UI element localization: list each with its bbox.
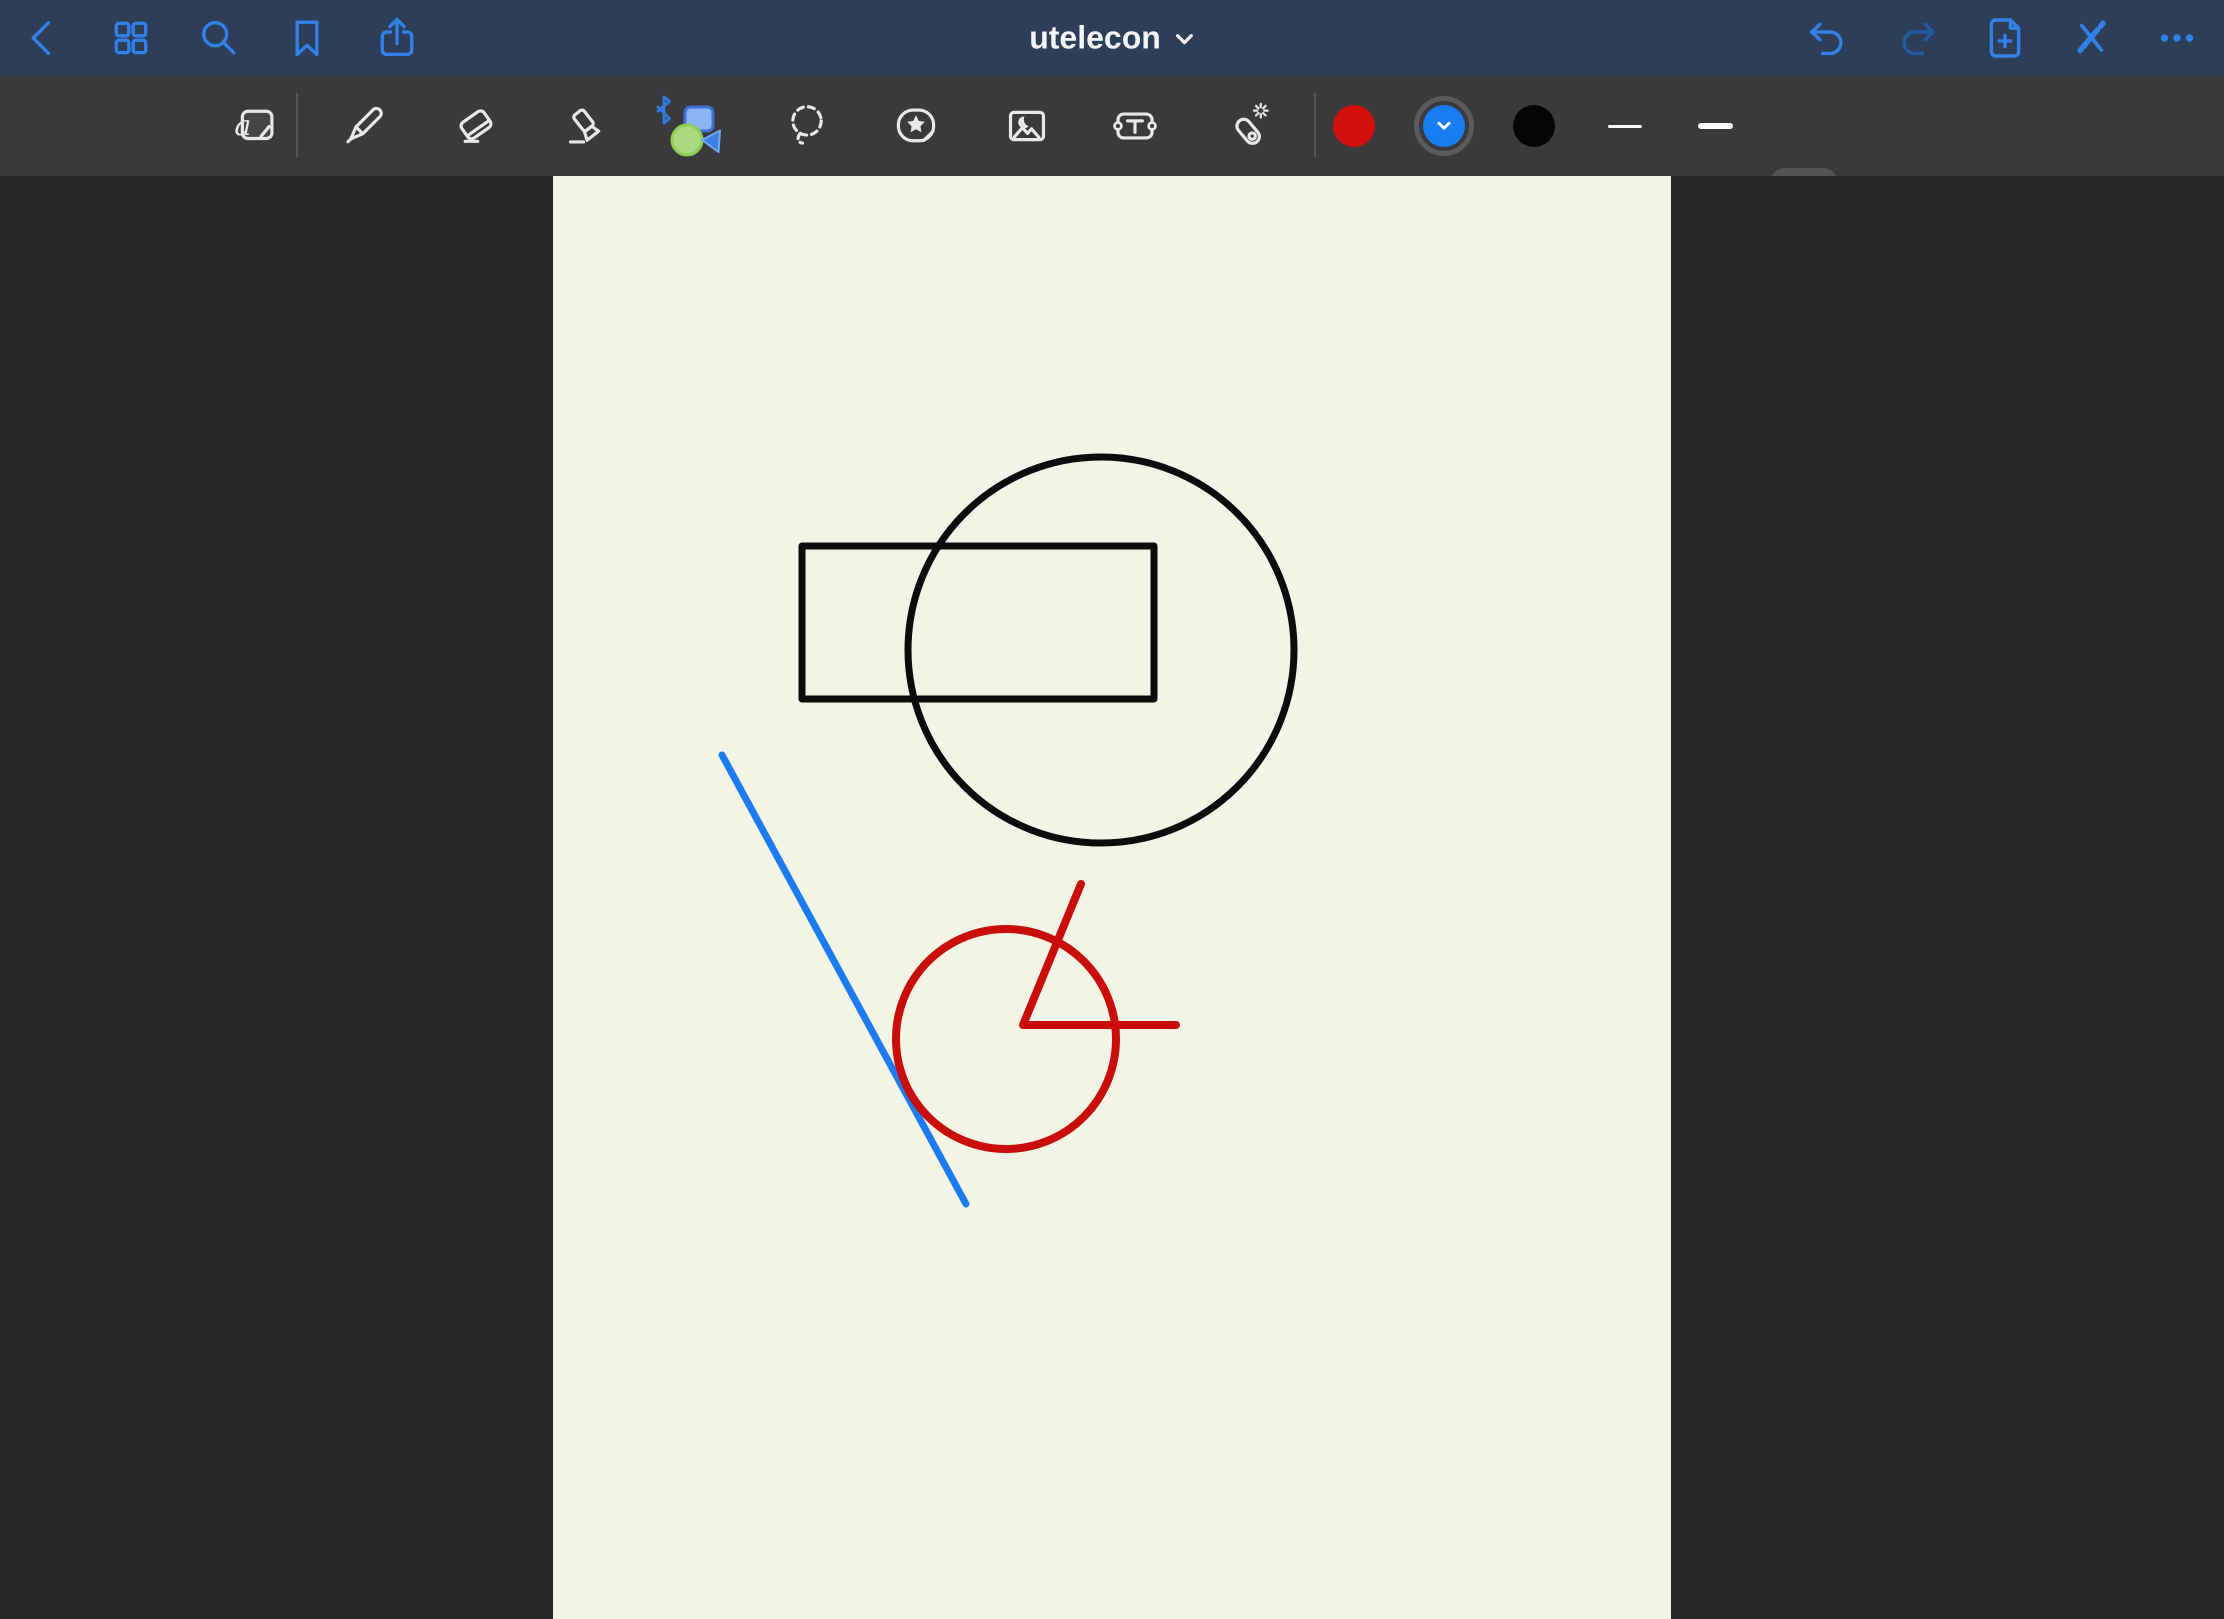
laser-pointer-tool-icon [1225,101,1275,151]
laser-pointer-tool-button[interactable] [1221,97,1279,155]
black-swatch-circle [1513,105,1555,147]
image-tool-button[interactable] [998,97,1056,155]
pen-tool-icon [341,101,391,151]
color-swatch-black[interactable] [1505,97,1563,155]
eraser-tool-icon [451,101,501,151]
shapes-tool-icon [655,94,739,158]
add-page-icon [1981,14,2029,62]
document-title-button[interactable]: utelecon [1029,20,1195,57]
share-button[interactable] [370,11,424,65]
eraser-tool-button[interactable] [447,97,505,155]
redo-button[interactable] [1890,11,1944,65]
toolbar-divider [296,93,298,157]
thickness-thin-button[interactable] [1596,97,1654,155]
back-icon [19,14,67,62]
undo-icon [1804,14,1852,62]
ink-layer [553,176,1671,1619]
text-tool-icon [1110,101,1160,151]
ink-stroke [802,546,1154,699]
highlighter-tool-icon [562,101,612,151]
star-glyph [907,115,925,132]
document-title: utelecon [1029,20,1161,57]
shapes-tool-button[interactable] [653,92,741,160]
close-pen-mode-icon [2067,14,2115,62]
red-swatch-circle [1333,105,1375,147]
share-icon [373,14,421,62]
shape-triangle [702,131,720,153]
search-button[interactable] [192,11,246,65]
search-icon [195,14,243,62]
thickness-medium-button[interactable] [1686,97,1744,155]
drawing-toolbar: a [0,76,2224,176]
svg-text:a: a [234,109,251,142]
thumbnails-button[interactable] [104,11,158,65]
elements-tool-icon [891,101,941,151]
thin-stroke-preview [1608,125,1642,128]
bluetooth-icon [658,97,670,123]
thumbnails-grid-icon [107,14,155,62]
ink-stroke [896,929,1116,1149]
pen-tool-button[interactable] [337,97,395,155]
zoom-window-tool-button[interactable]: a [227,97,285,155]
add-page-button[interactable] [1978,11,2032,65]
close-pen-mode-button[interactable] [2064,11,2118,65]
sparkle-glyph [1254,104,1268,118]
bookmark-button[interactable] [280,11,334,65]
image-tool-icon [1002,101,1052,151]
text-tool-button[interactable] [1106,97,1164,155]
redo-icon [1893,14,1941,62]
elements-tool-button[interactable] [887,97,945,155]
medium-stroke-preview [1698,123,1733,129]
ink-stroke [1023,884,1176,1025]
more-ellipsis-icon [2153,14,2201,62]
more-options-button[interactable] [2150,11,2204,65]
color-swatch-blue-selected[interactable] [1414,96,1474,156]
ink-stroke [722,755,966,1204]
zoom-window-tool-icon: a [231,101,281,151]
notebook-page[interactable] [553,176,1671,1619]
blue-swatch-circle [1423,105,1465,147]
color-swatch-red[interactable] [1325,97,1383,155]
chevron-down-icon [1434,117,1454,135]
goodnotes-app: { "app": { "title": "utelecon" }, "topba… [0,0,2224,1619]
undo-button[interactable] [1801,11,1855,65]
toolbar-divider [1314,93,1316,157]
bookmark-icon [283,14,331,62]
ink-stroke [908,457,1294,843]
chevron-down-icon [1173,28,1195,48]
lasso-tool-icon [782,101,832,151]
top-navigation-bar: utelecon [0,0,2224,76]
lasso-tool-button[interactable] [778,97,836,155]
canvas-area [0,176,2224,1619]
back-button[interactable] [16,11,70,65]
highlighter-tool-button[interactable] [558,97,616,155]
shape-circle [672,125,702,155]
